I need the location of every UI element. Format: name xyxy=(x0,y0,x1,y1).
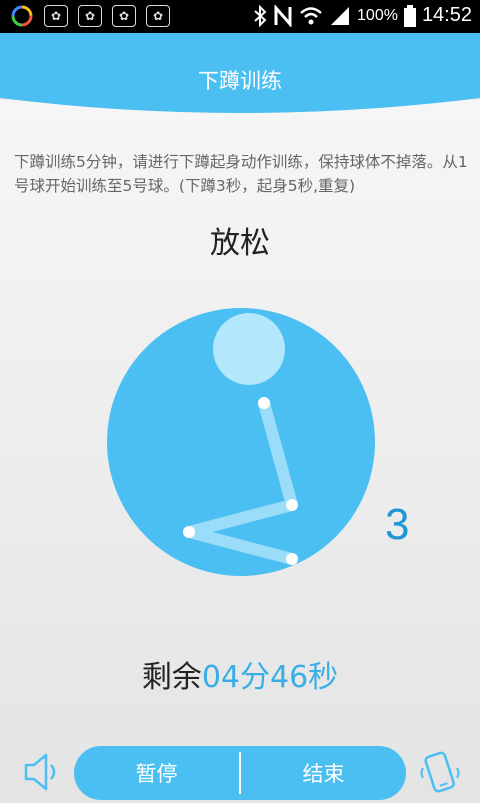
battery-percent: 100% xyxy=(357,6,398,24)
paw-app-icon: ✿ xyxy=(44,5,68,27)
pause-button[interactable]: 暂停 xyxy=(74,746,239,800)
signal-icon xyxy=(331,6,350,25)
app-notification-icon xyxy=(10,5,34,27)
remaining-label: 剩余 xyxy=(141,660,202,695)
system-icons: 100% 14:52 xyxy=(253,4,472,27)
battery-icon xyxy=(403,4,416,27)
squat-figure-icon xyxy=(107,307,375,581)
header: 下蹲训练 xyxy=(0,33,480,138)
bluetooth-icon xyxy=(254,4,267,27)
clock: 14:52 xyxy=(421,4,472,26)
instruction-text: 下蹲训练5分钟，请进行下蹲起身动作训练，保持球体不掉落。从1号球开始训练至5号球… xyxy=(14,153,468,195)
page-title: 下蹲训练 xyxy=(198,69,282,93)
paw-app-icon: ✿ xyxy=(146,5,170,27)
phone-vibrate-icon[interactable] xyxy=(418,748,462,802)
wifi-icon xyxy=(300,6,322,24)
remaining-value: 04分46秒 xyxy=(201,660,339,695)
count-number: 3 xyxy=(385,500,410,549)
remaining-time: 剩余04分46秒 xyxy=(0,652,480,696)
paw-app-icon: ✿ xyxy=(112,5,136,27)
notification-icons: ✿ ✿ ✿ ✿ xyxy=(10,5,170,27)
speaker-icon[interactable] xyxy=(20,748,62,800)
status-bar: ✿ ✿ ✿ ✿ 100% 14:52 xyxy=(0,0,480,33)
control-button-group: 暂停 结束 xyxy=(74,746,406,800)
end-button[interactable]: 结束 xyxy=(241,746,406,800)
nfc-icon xyxy=(274,4,292,27)
paw-app-icon: ✿ xyxy=(78,5,102,27)
exercise-state-label: 放松 xyxy=(210,226,270,261)
